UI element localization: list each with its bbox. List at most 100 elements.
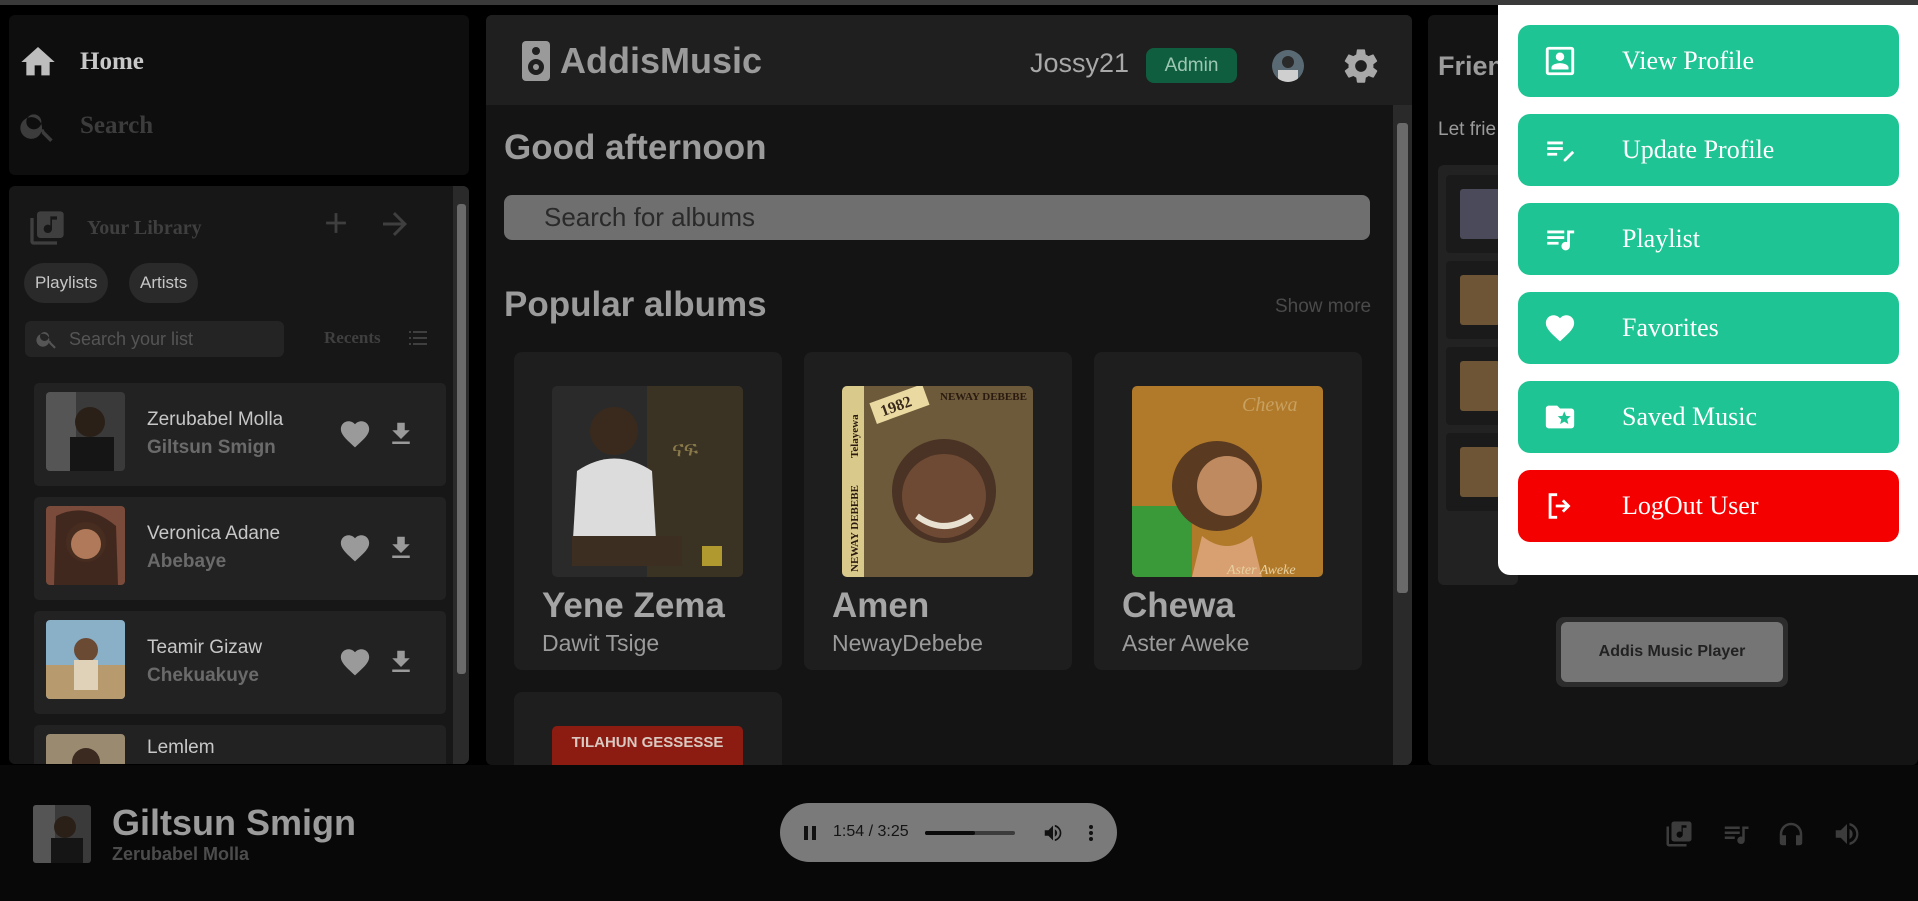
greeting-heading: Good afternoon (504, 128, 767, 167)
logout-icon (1548, 493, 1571, 519)
album-cover: 1982 NEWAY DEBEBE NEWAY DEBEBE Telayewa (842, 386, 1033, 577)
album-artist: Aster Aweke (1122, 630, 1250, 656)
arrow-right-icon[interactable] (375, 206, 415, 242)
progress-track[interactable] (925, 831, 1015, 835)
addis-player-button[interactable]: Addis Music Player (1556, 617, 1788, 687)
more-vertical-icon[interactable] (1085, 822, 1097, 844)
menu-playlist-label: Playlist (1622, 224, 1701, 253)
audio-player[interactable]: 1:54 / 3:25 (780, 803, 1117, 862)
album-cover: Chewa Aster Aweke (1132, 386, 1323, 577)
song-artist: Veronica Adane (147, 523, 281, 544)
nav-home[interactable]: Home (18, 42, 144, 82)
library-scroll-thumb[interactable] (457, 204, 466, 674)
album-title: Yene Zema (542, 586, 725, 625)
top-header: AddisMusic Jossy21 Admin (486, 15, 1412, 105)
menu-logout[interactable]: LogOut User (1518, 470, 1899, 542)
library-song-item[interactable]: Veronica Adane Abebaye (34, 497, 446, 600)
library-song-item[interactable]: Teamir Gizaw Chekuakuye (34, 611, 446, 714)
queue-icon[interactable] (1721, 819, 1751, 849)
heart-icon (1545, 315, 1575, 342)
download-icon[interactable] (386, 645, 416, 679)
song-title: Abebaye (147, 551, 227, 572)
search-icon (20, 114, 53, 142)
album-card[interactable]: 1982 NEWAY DEBEBE NEWAY DEBEBE Telayewa … (804, 352, 1072, 670)
username: Jossy21 (1030, 48, 1130, 78)
album-artist: Dawit Tsige (542, 630, 660, 656)
song-cover (46, 620, 125, 699)
menu-saved-music[interactable]: Saved Music (1518, 381, 1899, 453)
headphones-icon[interactable] (1776, 819, 1806, 849)
menu-saved-music-label: Saved Music (1622, 402, 1758, 431)
volume-icon[interactable] (1042, 822, 1064, 844)
amen-side-text-2: Telayewa (849, 414, 861, 458)
album-title: Amen (832, 586, 930, 625)
nav-search[interactable]: Search (18, 106, 153, 146)
addis-player-button-label: Addis Music Player (1561, 622, 1783, 682)
album-search-input[interactable]: Search for albums (504, 195, 1370, 240)
library-song-item[interactable]: Lemlem (34, 725, 446, 764)
admin-badge: Admin (1146, 48, 1237, 83)
plus-icon[interactable] (319, 206, 353, 240)
song-artist: Zerubabel Molla (147, 409, 284, 430)
heart-icon[interactable] (337, 417, 373, 451)
friend-avatar (1460, 275, 1500, 325)
download-icon[interactable] (386, 417, 416, 451)
friend-avatar (1460, 447, 1500, 497)
now-playing-artist: Zerubabel Molla (112, 844, 250, 864)
friend-avatar (1460, 361, 1500, 411)
chewa-script-text: Chewa (1242, 394, 1298, 416)
search-icon (36, 332, 56, 349)
main-scroll-thumb[interactable] (1397, 123, 1408, 593)
library-icon[interactable] (1664, 819, 1694, 849)
chip-playlists[interactable]: Playlists (24, 263, 109, 303)
menu-favorites[interactable]: Favorites (1518, 292, 1899, 364)
friends-title: Frien (1438, 51, 1505, 81)
amen-top-text: NEWAY DEBEBE (940, 391, 1027, 403)
avatar[interactable] (1272, 50, 1304, 82)
main-panel: AddisMusic Jossy21 Admin Good afternoon … (486, 15, 1412, 765)
popular-albums-heading: Popular albums (504, 285, 767, 324)
show-more-link[interactable]: Show more (1275, 296, 1371, 318)
list-icon[interactable] (404, 326, 432, 350)
library-icon (30, 211, 64, 245)
library-search-input[interactable]: Search your list (25, 321, 284, 357)
friends-subtitle: Let frie (1438, 119, 1497, 140)
album-cover: ናፍ (552, 386, 743, 577)
now-playing-title: Giltsun Smign (112, 802, 357, 843)
menu-favorites-label: Favorites (1622, 313, 1719, 342)
pause-icon[interactable] (802, 824, 818, 842)
home-icon (21, 47, 55, 76)
now-playing-bar: Giltsun Smign Zerubabel Molla 1:54 / 3:2… (0, 765, 1918, 901)
download-icon[interactable] (386, 531, 416, 565)
heart-icon[interactable] (337, 645, 373, 679)
library-song-item[interactable]: Zerubabel Molla Giltsun Smign (34, 383, 446, 486)
library-title: Your Library (87, 216, 202, 239)
chewa-name-text: Aster Aweke (1226, 563, 1296, 577)
heart-icon[interactable] (337, 531, 373, 565)
library-search-placeholder: Search your list (69, 328, 194, 349)
brand-logo[interactable]: AddisMusic (522, 40, 762, 82)
menu-view-profile-label: View Profile (1622, 46, 1755, 75)
song-cover (46, 734, 125, 764)
menu-view-profile[interactable]: View Profile (1518, 25, 1899, 97)
amen-side-text: NEWAY DEBEBE (849, 485, 861, 572)
album-artist: NewayDebebe (832, 630, 983, 656)
menu-playlist[interactable]: Playlist (1518, 203, 1899, 275)
recents-sort[interactable]: Recents (324, 328, 381, 348)
album-card[interactable]: Chewa Aster Aweke Chewa Aster Aweke (1094, 352, 1362, 670)
album-cover-tilahun: TILAHUN GESSESSE (552, 726, 743, 765)
volume-icon[interactable] (1832, 819, 1862, 849)
svg-text:ናፍ: ናፍ (672, 437, 699, 462)
nav-panel: Home Search (9, 15, 469, 175)
nav-home-label: Home (80, 48, 144, 75)
album-card[interactable]: ናፍ Yene Zema Dawit Tsige (514, 352, 782, 670)
brand-name: AddisMusic (560, 40, 763, 81)
gear-icon[interactable] (1341, 46, 1381, 86)
chip-artists[interactable]: Artists (129, 263, 199, 303)
menu-update-profile[interactable]: Update Profile (1518, 114, 1899, 186)
menu-logout-label: LogOut User (1622, 491, 1759, 520)
song-cover (46, 506, 125, 585)
library-header[interactable]: Your Library (27, 208, 202, 248)
song-artist: Teamir Gizaw (147, 637, 263, 658)
library-panel: Your Library Playlists Artists Search yo… (9, 186, 469, 764)
